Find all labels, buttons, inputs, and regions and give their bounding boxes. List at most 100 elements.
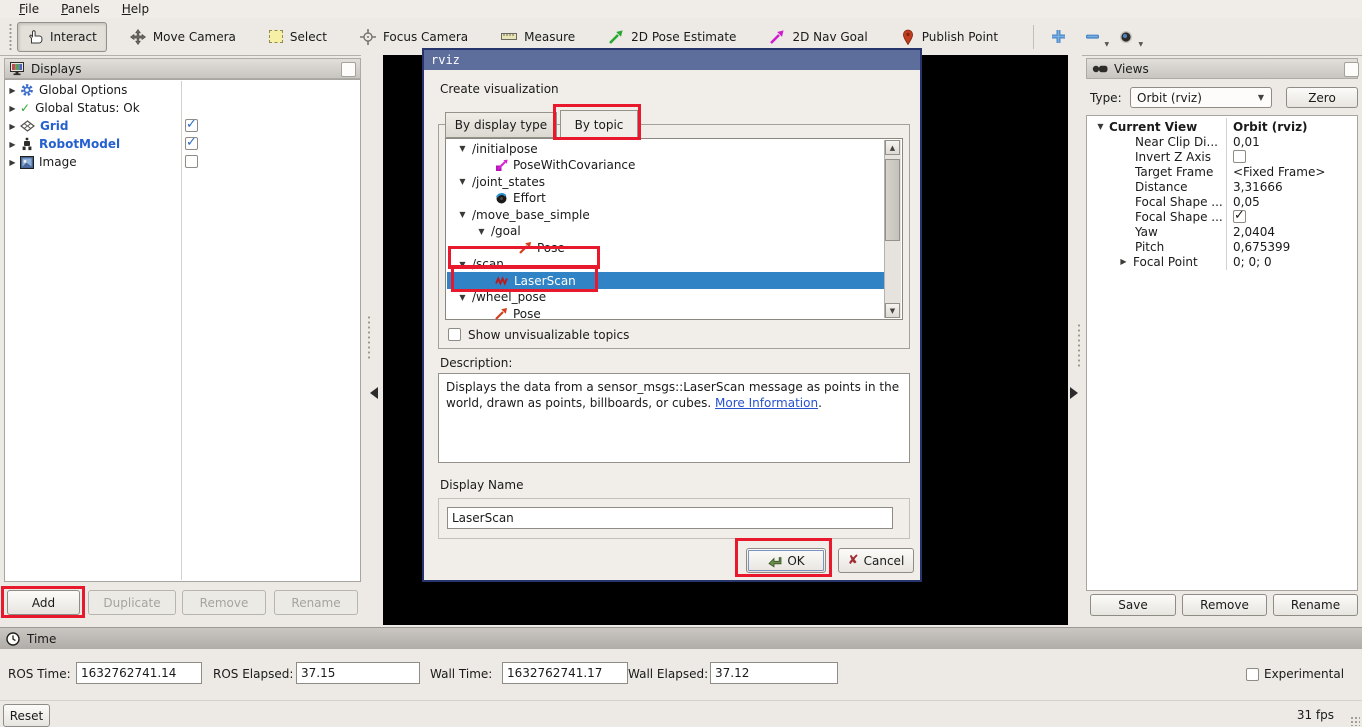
topic-row-joint-states[interactable]: ▼ /joint_states: [447, 173, 884, 190]
rename-view-button[interactable]: Rename: [1273, 594, 1358, 616]
wall-elapsed-input[interactable]: [710, 662, 838, 684]
move-camera-tool-button[interactable]: Move Camera: [120, 22, 246, 52]
left-panel-splitter[interactable]: [361, 55, 383, 625]
topic-row-wheel-pose-pose[interactable]: Pose: [447, 305, 884, 322]
display-row-image[interactable]: ▶ Image: [7, 153, 358, 171]
dialog-titlebar[interactable]: rviz: [424, 50, 920, 70]
add-tool-button[interactable]: [1046, 24, 1070, 50]
displays-tree[interactable]: ▶ Global Options ▶ ✓ Global Status: Ok ▶…: [4, 79, 361, 582]
display-row-robotmodel[interactable]: ▶ RobotModel: [7, 135, 358, 153]
ok-button[interactable]: OK: [746, 548, 826, 573]
expander-right-icon[interactable]: ▶: [7, 86, 18, 95]
focus-camera-tool-button[interactable]: Focus Camera: [350, 22, 478, 52]
image-enabled-checkbox[interactable]: [185, 155, 198, 168]
topic-list[interactable]: ▼ /initialpose PoseWithCovariance ▼ /joi…: [445, 138, 903, 320]
view-properties-tree[interactable]: ▼ Current View Orbit (rviz) Near Clip Di…: [1086, 115, 1358, 591]
prop-row-yaw[interactable]: Yaw 2,0404: [1087, 224, 1355, 239]
reset-button[interactable]: Reset: [3, 704, 50, 727]
tab-by-display-type[interactable]: By display type: [445, 112, 557, 138]
topic-row-effort[interactable]: Effort: [447, 190, 884, 207]
more-information-link[interactable]: More Information: [715, 396, 818, 410]
remove-display-button[interactable]: Remove: [182, 590, 266, 615]
prop-row-focal-shape-fixed[interactable]: Focal Shape ...: [1087, 209, 1355, 224]
chevron-down-icon[interactable]: ▼: [1138, 41, 1143, 48]
expander-down-icon[interactable]: ▼: [457, 260, 468, 269]
right-panel-splitter[interactable]: [1068, 55, 1082, 625]
expander-right-icon[interactable]: ▶: [7, 122, 18, 131]
pose-estimate-tool-button[interactable]: 2D Pose Estimate: [598, 22, 746, 52]
scroll-up-icon[interactable]: ▲: [885, 140, 900, 155]
zero-view-button[interactable]: Zero: [1286, 87, 1358, 108]
show-unvisualizable-checkbox[interactable]: [448, 328, 461, 341]
display-row-global-status[interactable]: ▶ ✓ Global Status: Ok: [7, 99, 358, 117]
ros-time-input[interactable]: [76, 662, 202, 684]
topic-row-move-base-simple[interactable]: ▼ /move_base_simple: [447, 206, 884, 223]
prop-row-focal-shape-size[interactable]: Focal Shape ... 0,05: [1087, 194, 1355, 209]
display-row-grid[interactable]: ▶ Grid: [7, 117, 358, 135]
add-display-button[interactable]: Add: [7, 590, 80, 615]
prop-row-focal-point[interactable]: ▶ Focal Point 0; 0; 0: [1087, 254, 1355, 269]
time-panel-header[interactable]: Time: [0, 627, 1362, 649]
select-tool-button[interactable]: Select: [259, 22, 337, 52]
views-panel-float-button[interactable]: [1344, 62, 1359, 77]
remove-view-button[interactable]: Remove: [1182, 594, 1267, 616]
rename-display-button[interactable]: Rename: [274, 590, 358, 615]
cancel-button[interactable]: ✘ Cancel: [838, 548, 914, 573]
window-resize-grip[interactable]: [1350, 716, 1360, 726]
measure-tool-button[interactable]: Measure: [491, 22, 585, 52]
grid-enabled-checkbox[interactable]: [185, 119, 198, 132]
nav-goal-tool-button[interactable]: 2D Nav Goal: [759, 22, 877, 52]
prop-row-distance[interactable]: Distance 3,31666: [1087, 179, 1355, 194]
focal-shape-checkbox[interactable]: [1233, 210, 1246, 223]
topic-row-initialpose[interactable]: ▼ /initialpose: [447, 140, 884, 157]
menu-panels[interactable]: Panels: [50, 2, 111, 16]
views-panel-header[interactable]: Views: [1086, 58, 1358, 79]
expander-down-icon[interactable]: ▼: [457, 144, 468, 153]
toolbar-drag-handle[interactable]: [8, 24, 13, 50]
prop-row-current-view[interactable]: ▼ Current View Orbit (rviz): [1087, 119, 1355, 134]
prop-row-pitch[interactable]: Pitch 0,675399: [1087, 239, 1355, 254]
collapse-right-panel-icon[interactable]: [1070, 387, 1078, 399]
prop-row-near-clip[interactable]: Near Clip Di... 0,01: [1087, 134, 1355, 149]
collapse-left-panel-icon[interactable]: [370, 387, 378, 399]
topic-row-goal-pose[interactable]: Pose: [447, 239, 884, 256]
interact-tool-button[interactable]: Interact: [17, 22, 107, 52]
expander-right-icon[interactable]: ▶: [7, 140, 18, 149]
invert-z-checkbox[interactable]: [1233, 150, 1246, 163]
topic-row-laserscan[interactable]: LaserScan: [447, 272, 884, 289]
topic-row-wheel-pose[interactable]: ▼ /wheel_pose: [447, 289, 884, 306]
scroll-down-icon[interactable]: ▼: [885, 303, 900, 318]
expander-right-icon[interactable]: ▶: [1118, 257, 1129, 266]
menu-file[interactable]: File: [8, 2, 50, 16]
duplicate-display-button[interactable]: Duplicate: [88, 590, 176, 615]
wall-time-input[interactable]: [502, 662, 628, 684]
tool-properties-button[interactable]: ▼: [1114, 24, 1138, 50]
display-name-input[interactable]: [447, 507, 893, 529]
topic-row-goal[interactable]: ▼ /goal: [447, 223, 884, 240]
robotmodel-enabled-checkbox[interactable]: [185, 137, 198, 150]
expander-right-icon[interactable]: ▶: [7, 158, 18, 167]
displays-panel-header[interactable]: Displays: [4, 58, 361, 79]
expander-down-icon[interactable]: ▼: [457, 177, 468, 186]
expander-down-icon[interactable]: ▼: [457, 210, 468, 219]
prop-row-invert-z[interactable]: Invert Z Axis: [1087, 149, 1355, 164]
topic-row-scan[interactable]: ▼ /scan: [447, 256, 884, 273]
menu-help[interactable]: Help: [111, 2, 160, 16]
prop-row-target-frame[interactable]: Target Frame <Fixed Frame>: [1087, 164, 1355, 179]
tab-by-topic[interactable]: By topic: [560, 110, 638, 139]
expander-down-icon[interactable]: ▼: [476, 227, 487, 236]
save-view-button[interactable]: Save: [1090, 594, 1176, 616]
remove-tool-button[interactable]: ▼: [1080, 24, 1104, 50]
topic-list-scrollbar[interactable]: ▲ ▼: [884, 140, 901, 318]
displays-panel-float-button[interactable]: [341, 62, 356, 77]
expander-down-icon[interactable]: ▼: [457, 293, 468, 302]
experimental-checkbox[interactable]: [1246, 668, 1259, 681]
display-row-global-options[interactable]: ▶ Global Options: [7, 81, 358, 99]
scrollbar-thumb[interactable]: [885, 159, 900, 241]
expander-right-icon[interactable]: ▶: [7, 104, 18, 113]
chevron-down-icon[interactable]: ▼: [1104, 41, 1109, 48]
topic-row-posewithcovariance[interactable]: PoseWithCovariance: [447, 157, 884, 174]
publish-point-tool-button[interactable]: Publish Point: [891, 22, 1008, 52]
expander-down-icon[interactable]: ▼: [1095, 122, 1106, 131]
ros-elapsed-input[interactable]: [296, 662, 420, 684]
